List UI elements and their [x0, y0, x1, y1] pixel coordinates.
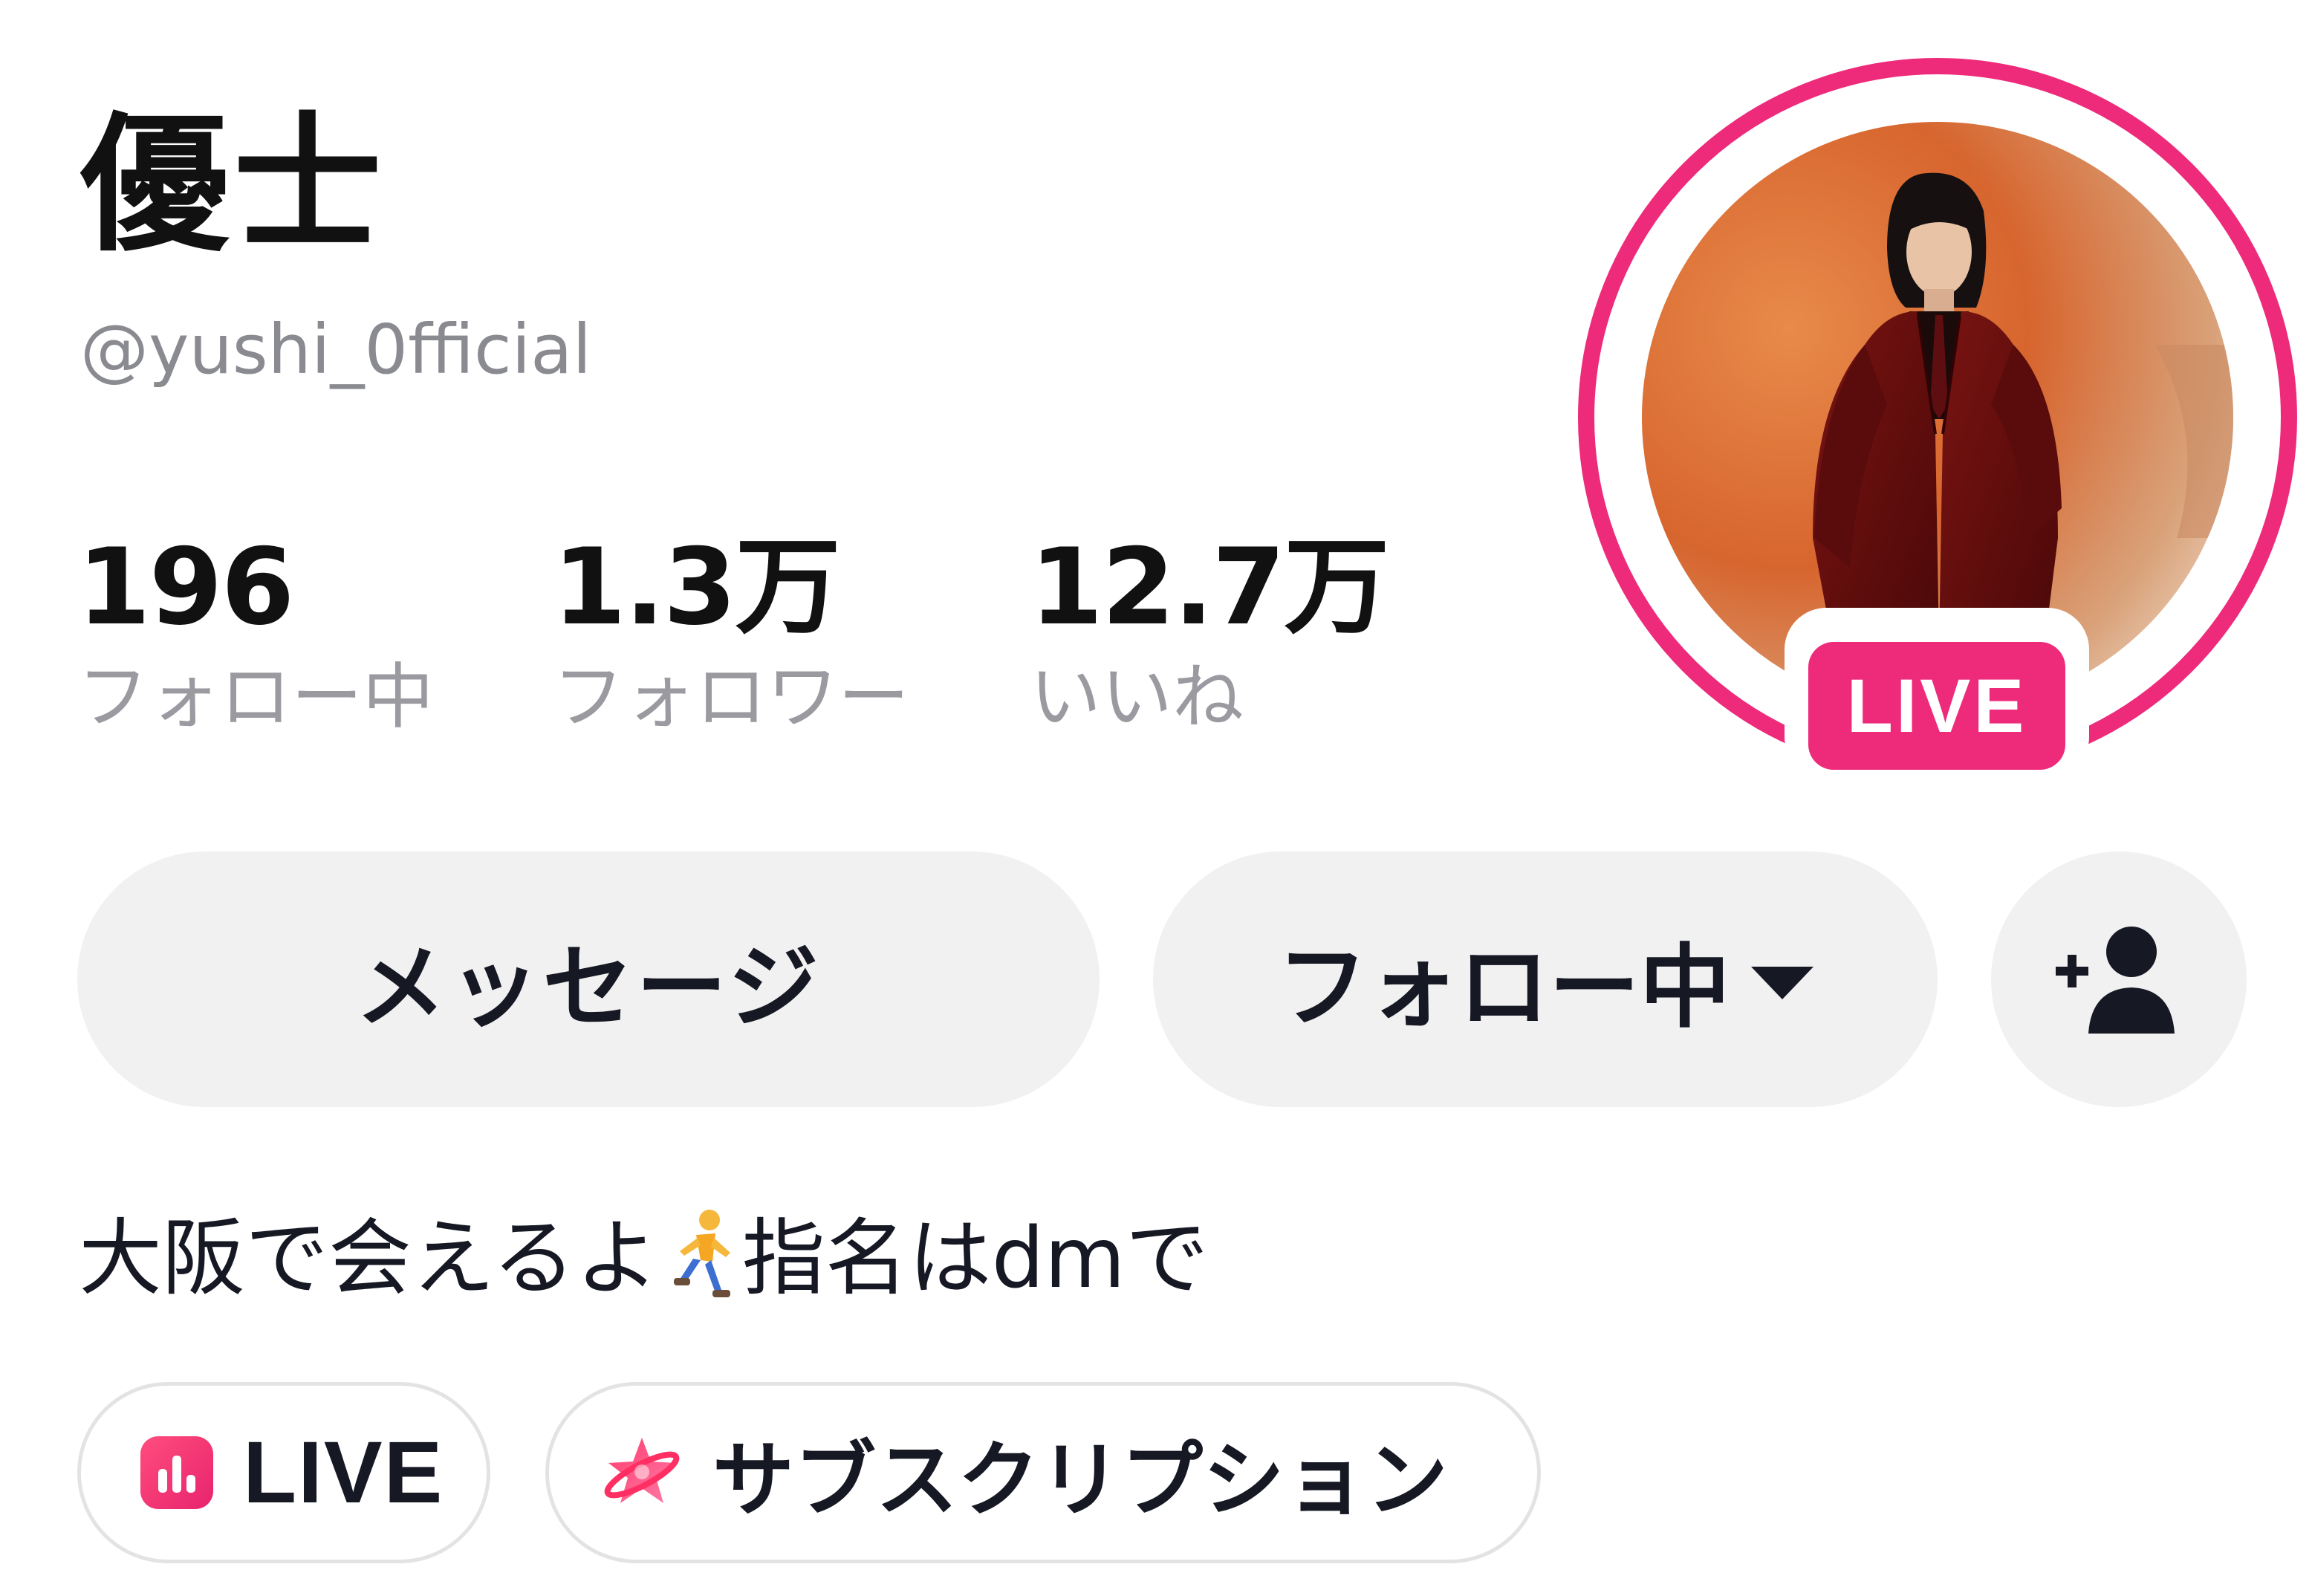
stat-likes[interactable]: 12.7万 いいね [1030, 526, 1389, 739]
stat-following-label: フォロー中 [77, 655, 434, 739]
runner-icon [663, 1208, 738, 1321]
subscription-chip-label: サブスクリプション [712, 1433, 1448, 1528]
message-button[interactable]: メッセージ [77, 851, 1100, 1107]
following-dropdown-button[interactable]: フォロー中 [1153, 851, 1938, 1107]
bio-text: 大阪で会えるよ 指名はdmで [79, 1207, 1209, 1321]
add-friend-button[interactable] [1991, 851, 2247, 1107]
display-name: 優士 [80, 99, 387, 272]
stat-likes-label: いいね [1030, 655, 1244, 739]
username: @yushi_0fficial [80, 310, 592, 389]
person-plus-icon [2056, 927, 2175, 1034]
message-button-label: メッセージ [355, 934, 822, 1040]
live-chip-label: LIVE [243, 1424, 444, 1522]
live-chart-icon [140, 1436, 213, 1509]
live-badge[interactable]: LIVE [1808, 642, 2065, 770]
stat-following[interactable]: 196 フォロー中 [77, 535, 434, 733]
stat-followers-label: フォロワー [553, 655, 909, 739]
live-chip[interactable]: LIVE [77, 1382, 490, 1563]
bio-text-part-2: 指名はdmで [741, 1210, 1209, 1307]
following-button-label: フォロー中 [1277, 934, 1730, 1040]
subscription-chip[interactable]: サブスクリプション [545, 1382, 1541, 1563]
bio-text-part-1: 大阪で会えるよ [79, 1210, 659, 1307]
stat-following-count: 196 [77, 526, 294, 649]
stat-followers[interactable]: 1.3万 フォロワー [553, 535, 909, 733]
star-planet-icon [601, 1432, 683, 1514]
stat-likes-count: 12.7万 [1030, 526, 1389, 649]
caret-down-icon [1751, 967, 1813, 999]
stat-followers-count: 1.3万 [553, 526, 841, 649]
